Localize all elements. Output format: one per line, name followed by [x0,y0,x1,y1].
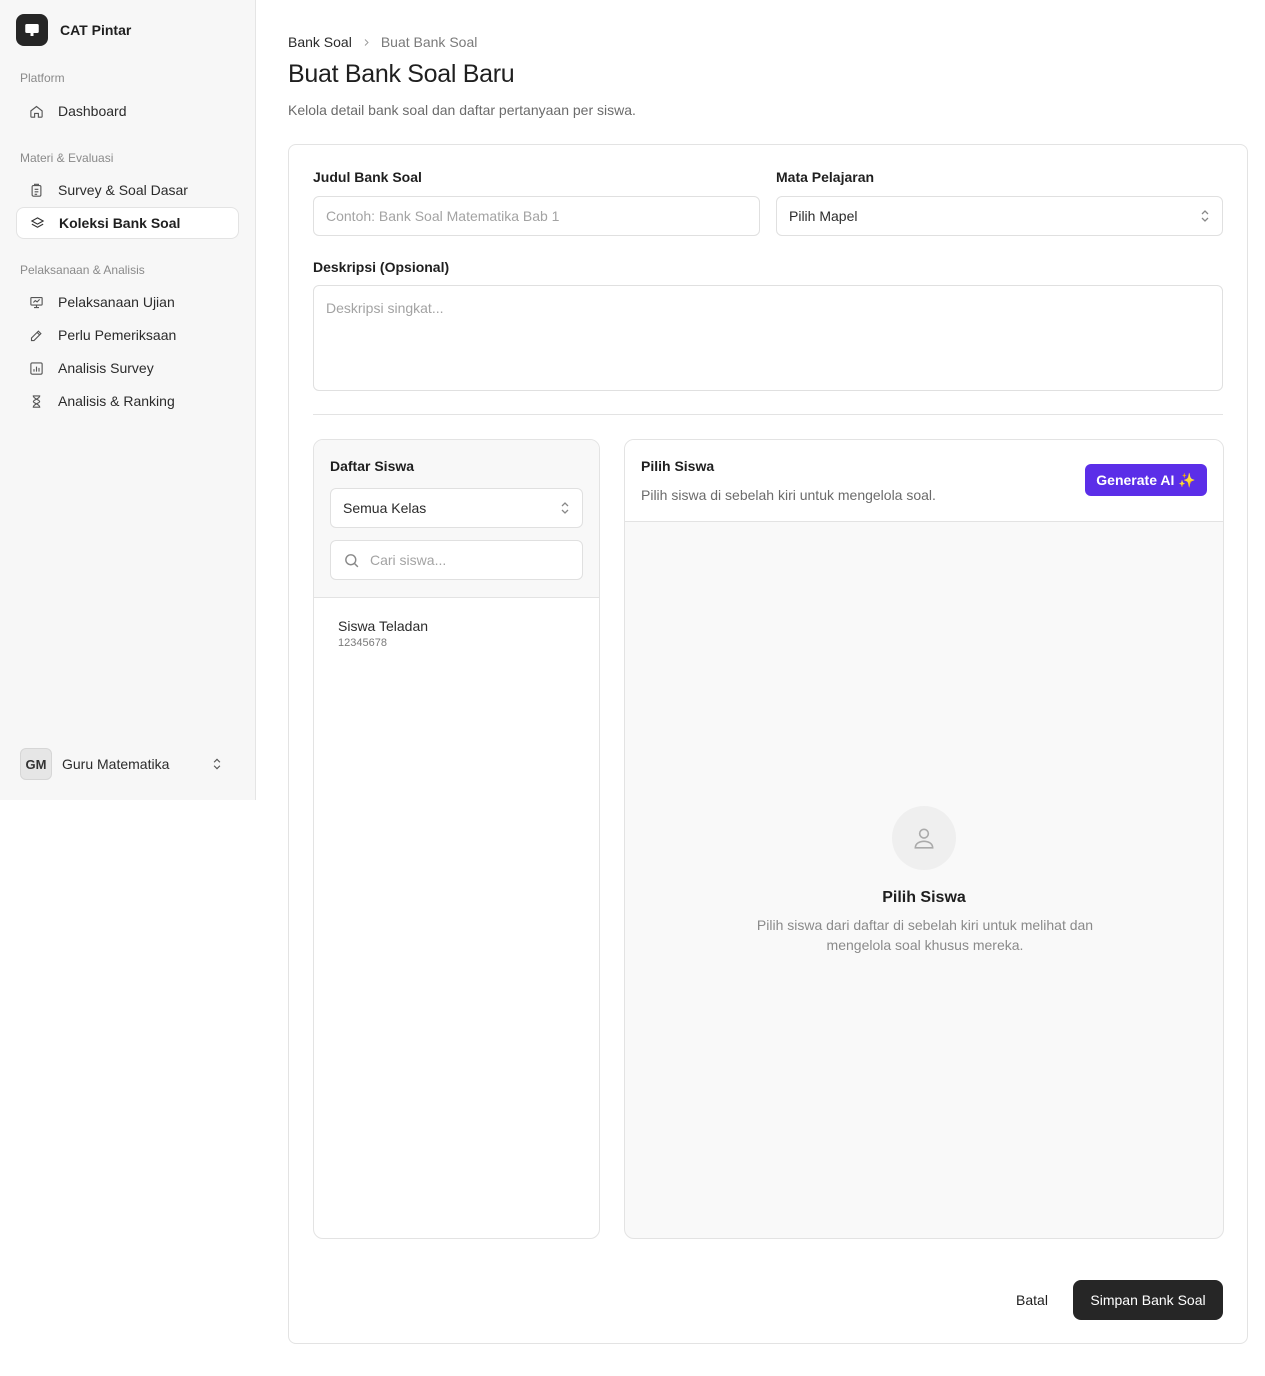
breadcrumb-current: Buat Bank Soal [380,34,478,50]
home-icon [30,105,43,118]
sidebar-item-label: Dashboard [58,103,127,119]
student-list-header: Daftar Siswa Semua Kelas [314,440,599,598]
sidebar-item-label: Survey & Soal Dasar [58,182,188,198]
chevron-up-down-icon [1201,210,1209,222]
sidebar-item-analisis-survey[interactable]: Analisis Survey [16,352,239,384]
student-id: 12345678 [338,637,387,649]
page-title: Buat Bank Soal Baru [288,60,515,88]
monitor-icon [16,14,48,46]
chevron-up-down-icon [213,758,221,770]
breadcrumb-bank-soal[interactable]: Bank Soal [288,34,352,50]
user-menu[interactable]: GM Guru Matematika [20,748,236,780]
chevron-up-down-icon [561,502,569,514]
description-textarea[interactable] [326,300,1210,380]
user-icon [892,806,956,870]
group-label-materi: Materi & Evaluasi [20,151,114,165]
sidebar-item-survey[interactable]: Survey & Soal Dasar [16,174,239,206]
layers-icon [30,216,45,228]
save-button[interactable]: Simpan Bank Soal [1073,1280,1223,1320]
cancel-button[interactable]: Batal [1001,1280,1063,1320]
chevron-right-icon [364,38,369,46]
hourglass-icon [32,394,41,408]
sidebar-item-pelaksanaan-ujian[interactable]: Pelaksanaan Ujian [16,286,239,318]
class-filter-select[interactable]: Semua Kelas [330,488,583,528]
sidebar-item-label: Perlu Pemeriksaan [58,327,177,343]
subject-select-value: Pilih Mapel [789,208,858,224]
divider [313,414,1223,415]
student-search-field[interactable] [330,540,583,580]
sidebar-item-label: Pelaksanaan Ujian [58,294,175,310]
group-label-pelaksanaan: Pelaksanaan & Analisis [20,263,145,277]
page-subtitle: Kelola detail bank soal dan daftar perta… [288,102,636,118]
title-input[interactable] [326,208,747,224]
workspace-title: Pilih Siswa [641,458,715,474]
list-item[interactable]: Siswa Teladan 12345678 [338,618,428,649]
sidebar-item-label: Analisis & Ranking [58,393,175,409]
sidebar: CAT Pintar Platform Dashboard Materi & E… [0,0,256,800]
bar-chart-icon [30,361,43,375]
breadcrumb: Bank Soal Buat Bank Soal [288,34,477,50]
class-filter-value: Semua Kelas [343,500,427,516]
subject-select[interactable]: Pilih Mapel [776,196,1223,236]
search-icon [345,553,359,567]
student-list-panel: Daftar Siswa Semua Kelas Siswa Teladan 1… [313,439,600,1239]
app-name: CAT Pintar [60,22,132,38]
sidebar-item-label: Koleksi Bank Soal [59,215,181,231]
workspace-header: Pilih Siswa Pilih siswa di sebelah kiri … [625,440,1223,522]
sidebar-item-analisis-ranking[interactable]: Analisis & Ranking [16,385,239,417]
clipboard-icon [31,183,42,197]
form-card: Judul Bank Soal Mata Pelajaran Pilih Map… [288,144,1248,1344]
sidebar-item-dashboard[interactable]: Dashboard [16,95,239,127]
student-search-input[interactable] [370,552,570,568]
title-field[interactable] [313,196,760,236]
sidebar-item-perlu-pemeriksaan[interactable]: Perlu Pemeriksaan [16,319,239,351]
workspace-subtitle: Pilih siswa di sebelah kiri untuk mengel… [641,487,936,503]
student-list-title: Daftar Siswa [330,458,415,474]
presentation-icon [30,296,43,308]
group-label-platform: Platform [20,71,65,85]
description-label: Deskripsi (Opsional) [313,259,450,275]
brand[interactable]: CAT Pintar [16,14,131,46]
edit-icon [30,329,42,341]
avatar: GM [20,748,52,780]
generate-ai-button[interactable]: Generate AI ✨ [1085,464,1207,496]
student-question-panel: Pilih Siswa Pilih siswa di sebelah kiri … [624,439,1224,1239]
empty-state-title: Pilih Siswa [882,889,966,906]
title-label: Judul Bank Soal [313,169,422,185]
sidebar-item-koleksi-bank-soal[interactable]: Koleksi Bank Soal [16,207,239,239]
user-name: Guru Matematika [62,756,170,772]
empty-state-description: Pilih siswa dari daftar di sebelah kiri … [756,917,1094,953]
subject-label: Mata Pelajaran [776,169,875,185]
student-name: Siswa Teladan [338,618,429,634]
sidebar-item-label: Analisis Survey [58,360,154,376]
description-field[interactable] [313,285,1223,391]
